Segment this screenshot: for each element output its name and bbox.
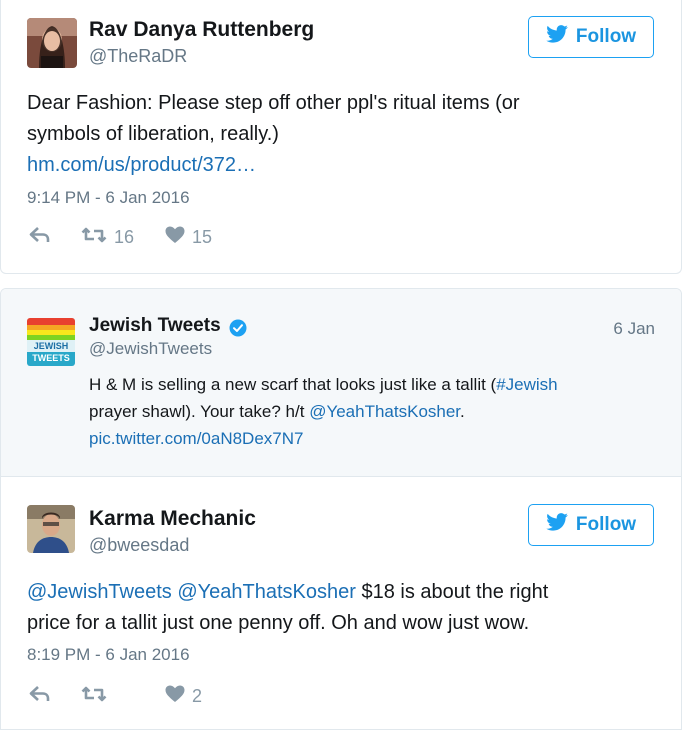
twitter-bird-icon <box>546 513 568 537</box>
like-count: 2 <box>192 686 203 706</box>
tweet-actions: 16 15 <box>29 226 212 249</box>
reply-icon <box>29 226 51 249</box>
retweet-button[interactable] <box>81 685 165 708</box>
retweet-button[interactable]: 16 <box>81 226 165 249</box>
tweet-text-line: Dear Fashion: Please step off other ppl'… <box>27 92 520 114</box>
quoted-author-name[interactable]: Jewish Tweets <box>89 315 221 337</box>
author-handle[interactable]: @bweesdad <box>89 535 189 556</box>
reply-button[interactable] <box>29 685 81 708</box>
reply-icon <box>29 685 51 708</box>
mention-link[interactable]: @YeahThatsKosher <box>177 581 356 603</box>
quoted-text-part: H & M is selling a new scarf that looks … <box>89 375 497 394</box>
mention-link[interactable]: @YeahThatsKosher <box>309 402 460 421</box>
tweet-text-line: symbols of liberation, really.) <box>27 123 279 145</box>
quoted-tweet[interactable]: JEWISH TWEETS Jewish Tweets @JewishTweet… <box>1 289 681 477</box>
tweet-link[interactable]: hm.com/us/product/372… <box>27 150 657 181</box>
retweet-count: 16 <box>114 227 135 247</box>
quoted-text-part: prayer shawl). Your take? h/t <box>89 402 310 421</box>
verified-badge-icon <box>229 319 247 342</box>
reply-button[interactable] <box>29 226 81 249</box>
timestamp[interactable]: 8:19 PM - 6 Jan 2016 <box>27 645 190 665</box>
tweet-actions: 2 <box>29 685 202 708</box>
heart-icon <box>165 226 185 249</box>
retweet-icon <box>81 685 107 708</box>
avatar[interactable] <box>27 505 75 553</box>
twitter-bird-icon <box>546 25 568 49</box>
mention-link[interactable]: @JewishTweets <box>27 581 172 603</box>
hashtag-link[interactable]: #Jewish <box>496 375 557 394</box>
follow-button[interactable]: Follow <box>528 16 654 58</box>
follow-label: Follow <box>575 514 637 535</box>
tweet-card-2: JEWISH TWEETS Jewish Tweets @JewishTweet… <box>0 288 682 730</box>
like-button[interactable]: 2 <box>165 685 202 708</box>
follow-button[interactable]: Follow <box>528 504 654 546</box>
like-count: 15 <box>192 227 213 247</box>
avatar[interactable] <box>27 18 77 68</box>
tweet-text: @JewishTweets @YeahThatsKosher $18 is ab… <box>27 577 667 639</box>
tweet-text-line: price for a tallit just one penny off. O… <box>27 612 530 634</box>
author-name[interactable]: Rav Danya Ruttenberg <box>89 18 314 42</box>
author-name[interactable]: Karma Mechanic <box>89 507 256 531</box>
quoted-author-handle[interactable]: @JewishTweets <box>89 339 212 359</box>
pic-link[interactable]: pic.twitter.com/0aN8Dex7N7 <box>89 429 303 448</box>
author-handle[interactable]: @TheRaDR <box>89 46 187 67</box>
avatar[interactable]: JEWISH TWEETS <box>27 318 75 366</box>
tweet-text-part: $18 is about the right <box>355 581 549 603</box>
avatar-text-top: JEWISH <box>34 341 69 351</box>
quoted-text: H & M is selling a new scarf that looks … <box>89 371 649 452</box>
quoted-text-part: . <box>460 402 465 421</box>
quoted-date[interactable]: 6 Jan <box>613 319 655 339</box>
timestamp[interactable]: 9:14 PM - 6 Jan 2016 <box>27 188 190 208</box>
follow-label: Follow <box>575 26 637 47</box>
tweet-text: Dear Fashion: Please step off other ppl'… <box>27 88 657 181</box>
tweet-card-1: Rav Danya Ruttenberg @TheRaDR Follow Dea… <box>0 0 682 274</box>
retweet-icon <box>81 226 107 249</box>
avatar-text-bottom: TWEETS <box>32 353 70 363</box>
like-button[interactable]: 15 <box>165 226 212 249</box>
heart-icon <box>165 685 185 708</box>
